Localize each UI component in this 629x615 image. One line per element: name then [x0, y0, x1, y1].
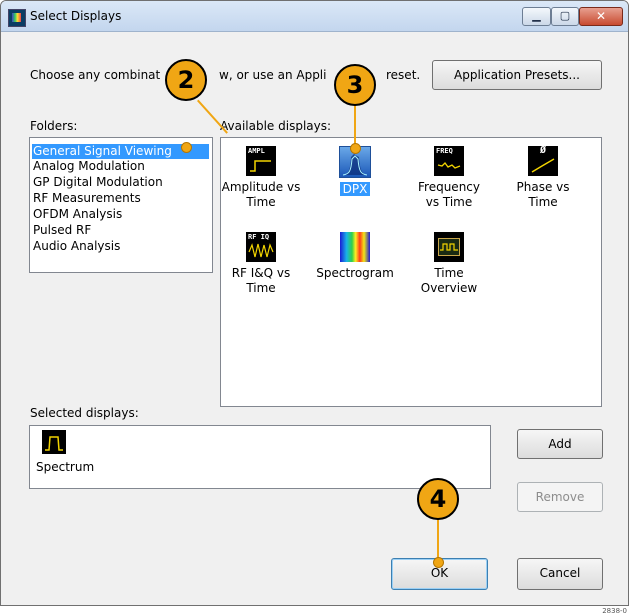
minimize-button[interactable]: ▁ — [522, 7, 551, 26]
folder-item-audio-analysis[interactable]: Audio Analysis — [32, 239, 124, 254]
maximize-button[interactable]: ▢ — [551, 7, 579, 26]
callout-3-dot — [350, 143, 361, 154]
callout-2-dot — [181, 142, 192, 153]
instructions-text: Choose any combinat — [30, 68, 161, 82]
folder-item-ofdm-analysis[interactable]: OFDM Analysis — [32, 207, 126, 222]
display-item-spectrogram[interactable]: Spectrogram — [315, 232, 395, 281]
callout-2: 2 — [165, 59, 207, 101]
display-label: Spectrogram — [316, 266, 394, 280]
spectrum-trace — [45, 436, 63, 451]
display-label: Phase vs Time — [516, 180, 570, 209]
phase-time-icon: Ø — [528, 146, 558, 176]
display-item-frequency-vs-time[interactable]: FREQ Frequency vs Time — [409, 146, 489, 210]
selected-item-spectrum[interactable]: Spectrum — [36, 430, 106, 474]
folder-item-analog-modulation[interactable]: Analog Modulation — [32, 159, 149, 174]
select-displays-dialog: Select Displays ▁ ▢ ✕ Choose any combina… — [0, 0, 629, 606]
spectrum-icon — [42, 430, 66, 454]
application-presets-button[interactable]: Application Presets... — [432, 60, 602, 90]
callout-4-pointer — [437, 516, 439, 561]
display-label: RF I&Q vs Time — [231, 266, 291, 295]
display-label: DPX — [315, 182, 395, 197]
frequency-time-icon: FREQ — [434, 146, 464, 176]
display-label: Time Overview — [420, 266, 478, 295]
selected-item-label: Spectrum — [36, 460, 95, 474]
folder-item-pulsed-rf[interactable]: Pulsed RF — [32, 223, 95, 238]
display-label: Frequency vs Time — [418, 180, 480, 209]
display-item-phase-vs-time[interactable]: Ø Phase vs Time — [503, 146, 583, 210]
folder-item-gp-digital-modulation[interactable]: GP Digital Modulation — [32, 175, 167, 190]
callout-2-pointer — [197, 99, 228, 134]
instructions-text-middle: w, or use an Appli — [219, 68, 327, 82]
overview-trace — [440, 243, 458, 251]
callout-4-dot — [433, 557, 444, 568]
close-icon: ✕ — [595, 9, 607, 23]
available-displays-list[interactable]: AMPL Amplitude vs Time DPX FREQ Frequency… — [220, 137, 602, 407]
callout-4: 4 — [417, 478, 459, 520]
display-item-rf-iq-vs-time[interactable]: RF IQ RF I&Q vs Time — [221, 232, 301, 296]
window-title: Select Displays — [30, 9, 122, 23]
amplitude-trace — [250, 160, 271, 172]
rf-iq-trace — [248, 243, 274, 258]
figure-reference: 2838-0 — [602, 607, 627, 615]
display-item-time-overview[interactable]: Time Overview — [409, 232, 489, 296]
amplitude-time-icon: AMPL — [246, 146, 276, 176]
phase-trace — [531, 158, 555, 173]
callout-3: 3 — [334, 64, 376, 106]
minimize-icon: ▁ — [532, 9, 541, 22]
selected-displays-label: Selected displays: — [30, 406, 139, 420]
frequency-trace — [437, 162, 461, 169]
folder-item-rf-measurements[interactable]: RF Measurements — [32, 191, 145, 206]
maximize-icon: ▢ — [559, 9, 571, 22]
available-displays-label: Available displays: — [220, 119, 332, 133]
remove-button[interactable]: Remove — [517, 482, 603, 512]
rf-iq-time-icon: RF IQ — [246, 232, 276, 262]
title-bar: Select Displays ▁ ▢ ✕ — [1, 1, 628, 32]
display-item-amplitude-vs-time[interactable]: AMPL Amplitude vs Time — [221, 146, 301, 210]
time-overview-icon — [434, 232, 464, 262]
close-button[interactable]: ✕ — [579, 7, 623, 26]
folders-label: Folders: — [30, 119, 78, 133]
spectrogram-icon — [340, 232, 370, 262]
cancel-button[interactable]: Cancel — [517, 558, 603, 590]
selected-displays-list[interactable]: Spectrum — [29, 425, 491, 489]
folders-list[interactable]: General Signal Viewing Analog Modulation… — [29, 137, 213, 273]
instructions-text-end: reset. — [386, 68, 421, 82]
display-label: Amplitude vs Time — [221, 180, 301, 209]
add-button[interactable]: Add — [517, 429, 603, 459]
app-icon — [8, 9, 26, 27]
